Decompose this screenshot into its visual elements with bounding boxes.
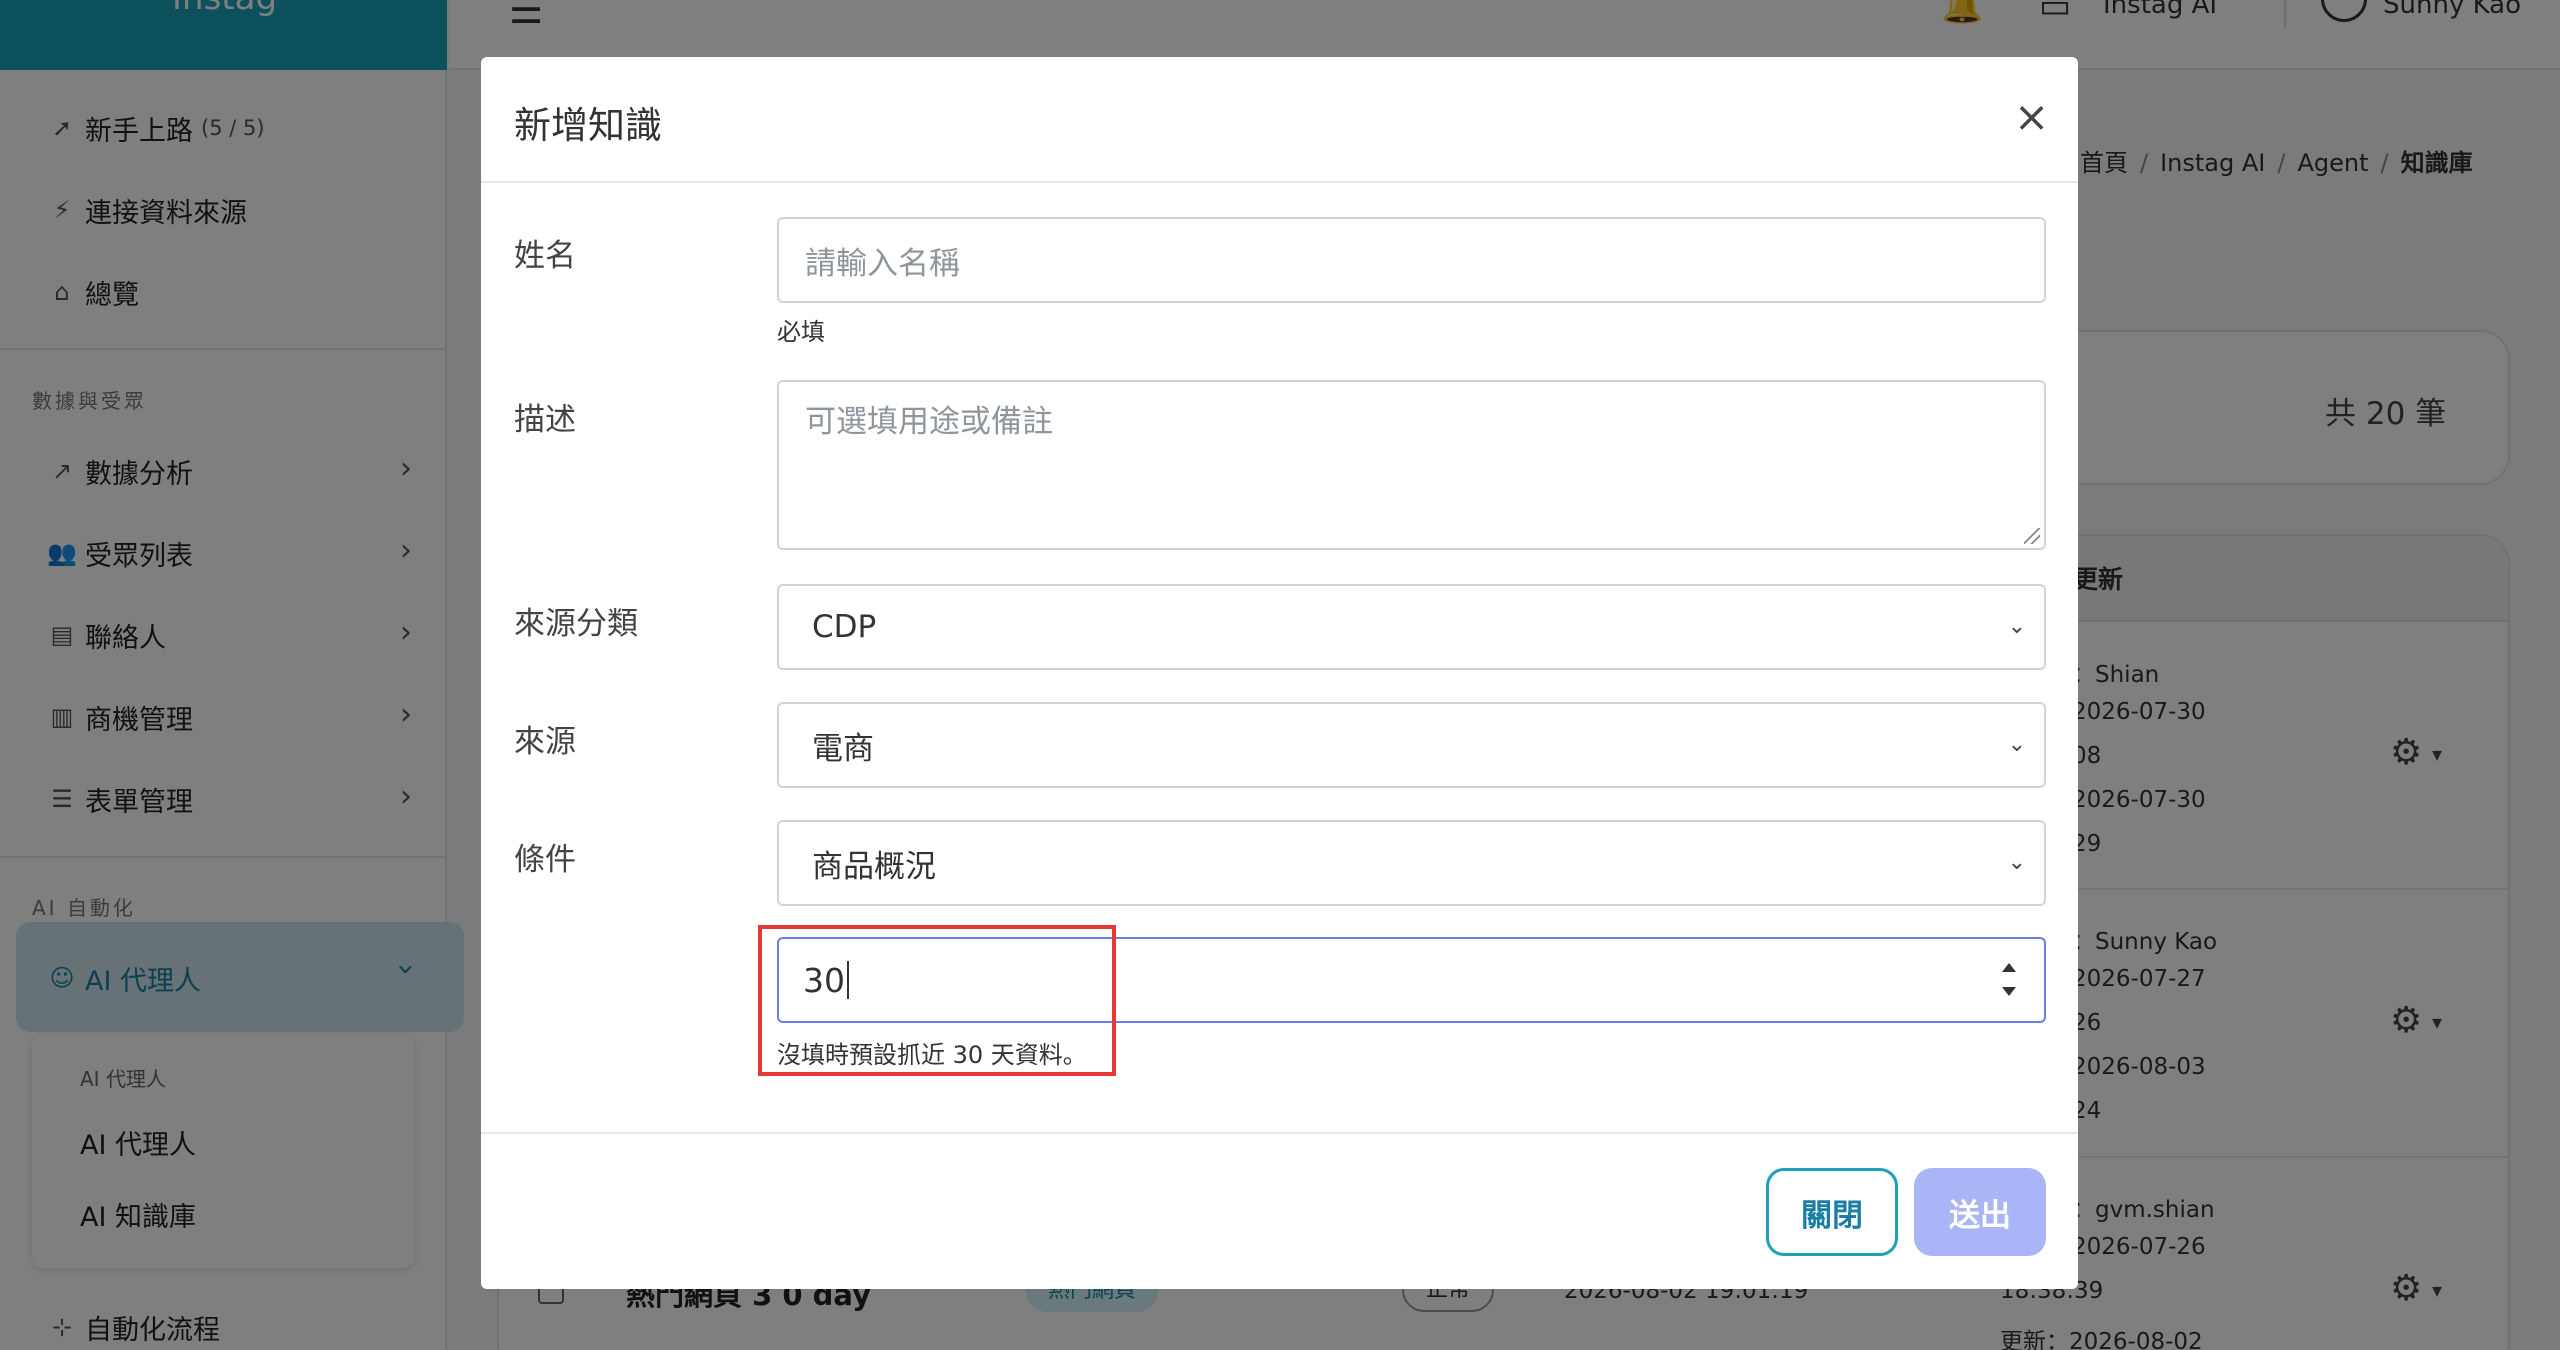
- modal-header: 新增知識 ×: [481, 57, 2078, 183]
- chevron-down-icon: ⌄: [2007, 732, 2026, 757]
- chevron-down-icon: ⌄: [2007, 614, 2026, 639]
- source-category-label: 來源分類: [514, 606, 638, 642]
- description-label: 描述: [514, 402, 576, 438]
- spinner-up-icon[interactable]: [2002, 963, 2016, 972]
- annotation-highlight-box: [758, 925, 1116, 1076]
- resize-handle-icon[interactable]: [2024, 528, 2040, 544]
- condition-value: 商品概況: [812, 848, 936, 885]
- name-input[interactable]: 請輸入名稱: [777, 217, 2046, 303]
- chevron-down-icon: ⌄: [2007, 850, 2026, 875]
- modal-title: 新增知識: [514, 104, 662, 147]
- source-category-select[interactable]: CDP ⌄: [777, 584, 2046, 670]
- name-required-hint: 必填: [777, 318, 825, 346]
- condition-select[interactable]: 商品概況 ⌄: [777, 820, 2046, 906]
- add-knowledge-modal: 新增知識 × 姓名 請輸入名稱 必填 描述 可選填用途或備註 來源分類 CDP …: [481, 57, 2078, 1289]
- source-value: 電商: [812, 730, 874, 767]
- condition-label: 條件: [514, 842, 576, 878]
- close-button[interactable]: 關閉: [1766, 1168, 1898, 1256]
- description-textarea[interactable]: 可選填用途或備註: [777, 380, 2046, 550]
- submit-button[interactable]: 送出: [1914, 1168, 2046, 1256]
- source-select[interactable]: 電商 ⌄: [777, 702, 2046, 788]
- modal-footer-divider: [481, 1132, 2078, 1134]
- description-placeholder: 可選填用途或備註: [805, 404, 1053, 440]
- source-label: 來源: [514, 724, 576, 760]
- spinner-down-icon[interactable]: [2002, 987, 2016, 996]
- name-label: 姓名: [514, 238, 576, 274]
- close-icon[interactable]: ×: [2014, 92, 2049, 141]
- name-placeholder: 請輸入名稱: [805, 245, 960, 282]
- number-spinner[interactable]: [1998, 963, 2020, 1003]
- source-category-value: CDP: [812, 609, 877, 645]
